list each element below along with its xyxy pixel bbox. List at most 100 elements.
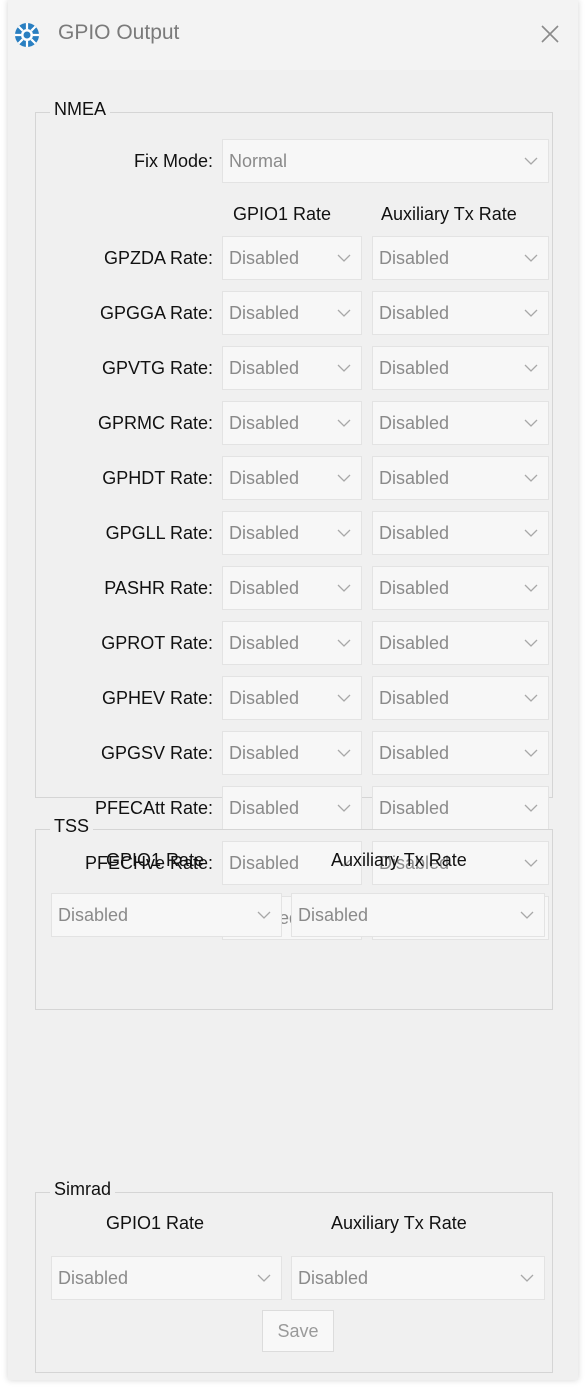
nmea-row-gpio1-select[interactable]: Disabled [222,401,362,445]
nmea-row-label: PASHR Rate: [104,578,213,598]
nmea-row-gpio1-value: Disabled [229,523,300,543]
fix-mode-label: Fix Mode: [133,151,213,171]
nmea-row-aux-value: Disabled [379,358,450,378]
nmea-row-aux-select[interactable]: Disabled [372,786,549,830]
chevron-down-icon [524,584,538,592]
nmea-row-gpio1-select[interactable]: Disabled [222,731,362,775]
chevron-down-icon [257,1274,271,1282]
close-button[interactable] [532,16,568,52]
nmea-row-gpio1-value: Disabled [229,578,300,598]
close-icon [541,25,559,43]
chevron-down-icon [337,749,351,757]
tss-aux-value: Disabled [298,905,369,925]
nmea-row-gpio1-select[interactable]: Disabled [222,511,362,555]
simrad-col-gpio1-header: GPIO1 Rate [106,1213,205,1233]
fix-mode-value: Normal [229,151,288,171]
nmea-row-gpio1-value: Disabled [229,248,300,268]
chevron-down-icon [524,157,538,165]
nmea-row-aux-value: Disabled [379,578,450,598]
tss-aux-select[interactable]: Disabled [291,893,545,937]
nmea-row-aux-value: Disabled [379,798,450,818]
chevron-down-icon [524,419,538,427]
fix-mode-select[interactable]: Normal [222,139,549,183]
chevron-down-icon [524,254,538,262]
nmea-row-gpio1-value: Disabled [229,743,300,763]
nmea-row-label: GPZDA Rate: [103,248,213,268]
nmea-row-aux-value: Disabled [379,413,450,433]
title-bar: GPIO Output [8,0,578,70]
app-icon [15,23,39,47]
tss-col-aux-header: Auxiliary Tx Rate [331,850,467,870]
chevron-down-icon [524,474,538,482]
nmea-row-aux-select[interactable]: Disabled [372,346,549,390]
nmea-row-label: GPROT Rate: [101,633,213,653]
chevron-down-icon [524,309,538,317]
chevron-down-icon [337,254,351,262]
nmea-row-gpio1-select[interactable]: Disabled [222,291,362,335]
save-button[interactable]: Save [262,1310,334,1352]
tss-group: TSS GPIO1 Rate Auxiliary Tx Rate Disable… [35,816,553,1010]
nmea-row-gpio1-select[interactable]: Disabled [222,346,362,390]
nmea-row-aux-select[interactable]: Disabled [372,731,549,775]
nmea-row-aux-value: Disabled [379,743,450,763]
chevron-down-icon [337,639,351,647]
nmea-row-aux-select[interactable]: Disabled [372,511,549,555]
gpio-output-window: GPIO Output NMEA Fix Mode: Normal GPIO1 … [8,0,578,1380]
nmea-row-gpio1-select[interactable]: Disabled [222,676,362,720]
chevron-down-icon [337,364,351,372]
chevron-down-icon [337,474,351,482]
nmea-row-label: GPHDT Rate: [102,468,213,488]
simrad-col-aux-header: Auxiliary Tx Rate [331,1213,467,1233]
nmea-row-gpio1-select[interactable]: Disabled [222,786,362,830]
nmea-row-aux-select[interactable]: Disabled [372,291,549,335]
chevron-down-icon [524,639,538,647]
nmea-row-gpio1-value: Disabled [229,413,300,433]
nmea-row-aux-select[interactable]: Disabled [372,676,549,720]
simrad-gpio1-value: Disabled [58,1268,129,1288]
chevron-down-icon [520,1274,534,1282]
nmea-row-gpio1-select[interactable]: Disabled [222,566,362,610]
chevron-down-icon [257,911,271,919]
nmea-row-aux-select[interactable]: Disabled [372,236,549,280]
nmea-row-gpio1-select[interactable]: Disabled [222,236,362,280]
nmea-col-gpio1-header: GPIO1 Rate [233,204,332,224]
nmea-row-gpio1-select[interactable]: Disabled [222,621,362,665]
nmea-row-gpio1-value: Disabled [229,468,300,488]
nmea-row-label: GPGSV Rate: [100,743,213,763]
nmea-row-label: GPGGA Rate: [99,303,213,323]
tss-col-gpio1-header: GPIO1 Rate [106,850,205,870]
simrad-gpio1-select[interactable]: Disabled [51,1256,282,1300]
nmea-row-aux-value: Disabled [379,248,450,268]
nmea-row-aux-select[interactable]: Disabled [372,401,549,445]
nmea-row-gpio1-select[interactable]: Disabled [222,456,362,500]
chevron-down-icon [337,529,351,537]
nmea-group-label: NMEA [50,99,111,120]
chevron-down-icon [337,584,351,592]
nmea-row-aux-value: Disabled [379,523,450,543]
chevron-down-icon [524,529,538,537]
nmea-group: NMEA Fix Mode: Normal GPIO1 Rate Auxilia… [35,99,553,940]
nmea-col-aux-header: Auxiliary Tx Rate [381,204,517,224]
nmea-row-gpio1-value: Disabled [229,303,300,323]
nmea-row-gpio1-value: Disabled [229,358,300,378]
nmea-row-aux-select[interactable]: Disabled [372,456,549,500]
nmea-row-aux-value: Disabled [379,688,450,708]
nmea-row-aux-value: Disabled [379,633,450,653]
chevron-down-icon [337,694,351,702]
chevron-down-icon [337,804,351,812]
simrad-group-label: Simrad [50,1179,116,1200]
nmea-row-aux-select[interactable]: Disabled [372,566,549,610]
tss-group-label: TSS [50,816,94,837]
chevron-down-icon [337,419,351,427]
window-title: GPIO Output [58,21,180,44]
chevron-down-icon [520,911,534,919]
nmea-row-label: GPRMC Rate: [97,413,213,433]
chevron-down-icon [337,309,351,317]
nmea-row-gpio1-value: Disabled [229,798,300,818]
simrad-aux-select[interactable]: Disabled [291,1256,545,1300]
nmea-row-label: GPVTG Rate: [101,358,213,378]
nmea-row-aux-select[interactable]: Disabled [372,621,549,665]
nmea-row-label: GPHEV Rate: [101,688,213,708]
tss-gpio1-value: Disabled [58,905,129,925]
tss-gpio1-select[interactable]: Disabled [51,893,282,937]
